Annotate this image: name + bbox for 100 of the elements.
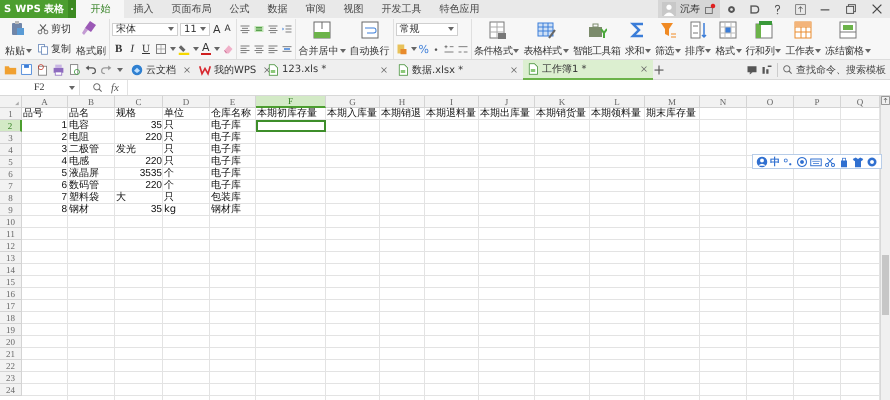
name-box[interactable]: F2	[0, 80, 80, 95]
scroll-up-icon[interactable]	[881, 96, 890, 105]
print-icon[interactable]	[52, 63, 65, 76]
settings-icon[interactable]	[726, 4, 737, 14]
column-header[interactable]: C	[115, 96, 163, 108]
align-left-icon[interactable]	[238, 43, 250, 55]
font-color-button[interactable]: A	[200, 43, 210, 56]
menu-tab[interactable]: 特色应用	[430, 0, 488, 18]
font-name-select[interactable]: 宋体	[112, 22, 178, 36]
column-header[interactable]: K	[535, 96, 590, 108]
caret-icon[interactable]	[775, 48, 782, 54]
document-tab[interactable]: 我的WPS	[195, 60, 263, 80]
row-header[interactable]: 21	[0, 348, 22, 360]
caret-icon[interactable]	[675, 48, 682, 54]
menu-tab[interactable]: 开始	[76, 0, 124, 18]
column-header[interactable]: N	[700, 96, 747, 108]
export-icon[interactable]	[36, 63, 49, 76]
row-header[interactable]: 4	[0, 144, 22, 156]
app-menu-button[interactable]: S WPS 表格	[0, 0, 68, 18]
chat-icon[interactable]	[746, 64, 758, 76]
caret-icon[interactable]	[200, 26, 206, 32]
row-header[interactable]: 7	[0, 180, 22, 192]
column-header[interactable]: L	[590, 96, 645, 108]
notification-icon[interactable]	[704, 3, 716, 15]
user-icon[interactable]	[756, 156, 768, 168]
row-header[interactable]: 10	[0, 216, 22, 228]
emoji-icon[interactable]	[796, 156, 808, 168]
format-painter-button[interactable]: 格式刷	[75, 19, 107, 59]
column-header[interactable]: D	[163, 96, 210, 108]
italic-button[interactable]: I	[127, 43, 138, 56]
cut-button[interactable]: 剪切	[35, 22, 73, 36]
caret-icon[interactable]	[705, 48, 712, 54]
toolbar-button[interactable]: 表格样式	[523, 19, 569, 59]
merge-center-button[interactable]: 合并居中	[298, 19, 346, 59]
column-header[interactable]: J	[479, 96, 535, 108]
maximize-icon[interactable]	[844, 2, 858, 16]
close-icon[interactable]	[379, 64, 389, 74]
caret-icon[interactable]	[192, 46, 199, 52]
toolbar-button[interactable]: 行和列	[746, 19, 782, 59]
account-button[interactable]: 沉寿	[658, 0, 720, 18]
column-header[interactable]: I	[425, 96, 479, 108]
keyboard-icon[interactable]	[810, 156, 822, 168]
menu-tab[interactable]: 数据	[258, 0, 296, 18]
align-top-icon[interactable]	[238, 23, 250, 35]
row-header[interactable]: 12	[0, 240, 22, 252]
row-header[interactable]: 9	[0, 204, 22, 216]
close-icon[interactable]	[870, 2, 884, 16]
wrap-text-button[interactable]: 自动换行	[348, 19, 390, 59]
align-bottom-icon[interactable]	[266, 23, 278, 35]
document-tab[interactable]: 数据.xlsx *	[393, 60, 523, 80]
font-size-select[interactable]: 11	[180, 22, 210, 36]
menu-tab[interactable]: 视图	[334, 0, 372, 18]
column-header[interactable]: A	[22, 96, 68, 108]
close-icon[interactable]	[639, 64, 649, 74]
caret-icon[interactable]	[340, 48, 346, 54]
row-header[interactable]: 1	[0, 108, 22, 120]
grow-font-button[interactable]: A	[212, 22, 222, 36]
caret-icon[interactable]	[448, 26, 454, 32]
close-icon[interactable]	[182, 64, 192, 74]
row-header[interactable]: 20	[0, 336, 22, 348]
align-center-icon[interactable]	[252, 43, 264, 55]
caret-icon[interactable]	[644, 48, 651, 54]
document-tab[interactable]: 123.xls *	[263, 60, 393, 80]
menu-tab[interactable]: 页面布局	[162, 0, 220, 18]
row-header[interactable]: 14	[0, 264, 22, 276]
column-header[interactable]: M	[645, 96, 700, 108]
caret-icon[interactable]	[562, 48, 569, 54]
caret-icon[interactable]	[26, 48, 32, 54]
toolbar-button[interactable]: 筛选	[654, 19, 682, 59]
align-right-icon[interactable]	[266, 43, 278, 55]
caret-icon[interactable]	[170, 46, 176, 52]
column-header[interactable]: P	[794, 96, 841, 108]
zoom-icon[interactable]	[92, 82, 103, 93]
column-header[interactable]: B	[68, 96, 115, 108]
column-header[interactable]: O	[747, 96, 794, 108]
increase-decimal-icon[interactable]	[442, 43, 455, 55]
add-tab-icon[interactable]	[653, 64, 665, 76]
toolbar-button[interactable]: 求和	[624, 19, 651, 59]
caret-icon[interactable]	[168, 26, 174, 32]
bag-icon[interactable]	[838, 156, 850, 168]
fill-color-icon[interactable]	[178, 43, 190, 56]
close-icon[interactable]	[509, 64, 519, 74]
toolbar-button[interactable]: 条件格式	[474, 19, 520, 59]
row-header[interactable]: 2	[0, 120, 22, 132]
menu-tab[interactable]: 审阅	[296, 0, 334, 18]
caret-icon[interactable]	[69, 84, 75, 90]
caret-icon[interactable]	[117, 66, 123, 72]
toolbar-button[interactable]: 格式	[715, 19, 742, 59]
underline-button[interactable]: U	[139, 43, 153, 56]
undo-icon[interactable]	[84, 63, 97, 76]
shrink-font-button[interactable]: A	[224, 24, 232, 34]
row-header[interactable]: 16	[0, 288, 22, 300]
scrollbar-thumb[interactable]	[882, 255, 889, 315]
input-mode-button[interactable]: 中	[770, 154, 780, 168]
row-header[interactable]: 18	[0, 312, 22, 324]
column-header[interactable]: H	[380, 96, 425, 108]
indent-icon[interactable]	[280, 23, 292, 35]
menu-tab[interactable]: 开发工具	[372, 0, 430, 18]
column-header[interactable]: Q	[841, 96, 880, 108]
toolbar-button[interactable]: 智能工具箱	[572, 19, 621, 59]
